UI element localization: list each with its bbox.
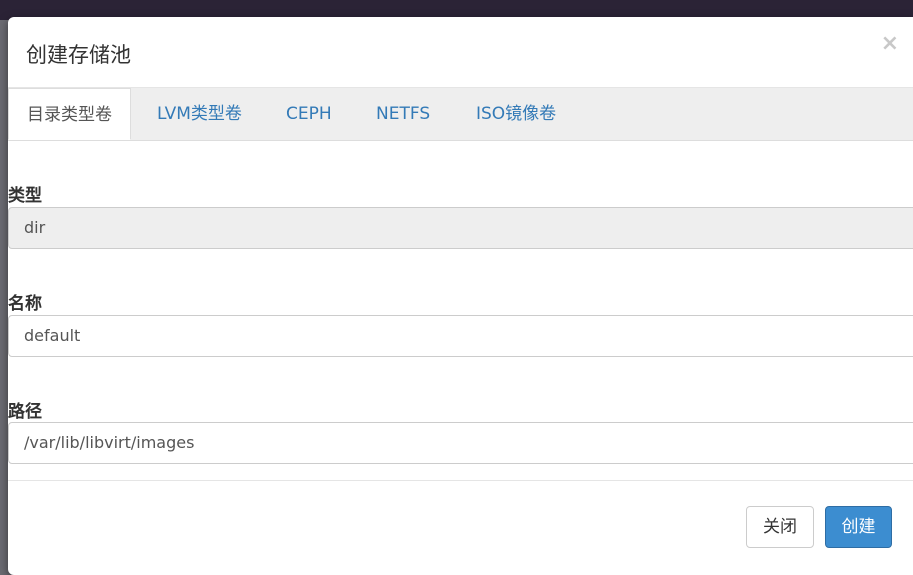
close-button[interactable]: 关闭: [746, 506, 814, 548]
footer-divider: [8, 480, 913, 481]
tab-iso-volume[interactable]: ISO镜像卷: [476, 88, 556, 140]
tab-label: 目录类型卷: [27, 105, 112, 125]
tab-lvm-volume[interactable]: LVM类型卷: [157, 88, 242, 140]
path-label: 路径: [8, 402, 42, 422]
tab-label: CEPH: [286, 104, 332, 124]
tab-directory-volume[interactable]: 目录类型卷: [8, 88, 131, 140]
path-field[interactable]: /var/lib/libvirt/images: [8, 422, 913, 464]
name-field[interactable]: default: [8, 315, 913, 357]
pool-type-tabs: 目录类型卷 LVM类型卷 CEPH NETFS ISO镜像卷: [8, 88, 913, 141]
modal-header: 创建存储池 ×: [8, 17, 913, 88]
tab-ceph[interactable]: CEPH: [286, 88, 332, 140]
close-icon[interactable]: ×: [881, 33, 899, 55]
tab-label: ISO镜像卷: [476, 104, 557, 124]
type-field: dir: [8, 207, 913, 249]
modal-title: 创建存储池: [26, 43, 131, 67]
create-storage-pool-dialog: 创建存储池 × 目录类型卷 LVM类型卷 CEPH NETFS ISO镜像卷 类…: [8, 17, 913, 575]
name-label: 名称: [8, 294, 42, 314]
tab-label: LVM类型卷: [157, 104, 242, 124]
type-label: 类型: [8, 186, 42, 206]
create-button[interactable]: 创建: [825, 506, 892, 548]
tab-netfs[interactable]: NETFS: [376, 88, 430, 140]
tab-label: NETFS: [376, 104, 431, 124]
